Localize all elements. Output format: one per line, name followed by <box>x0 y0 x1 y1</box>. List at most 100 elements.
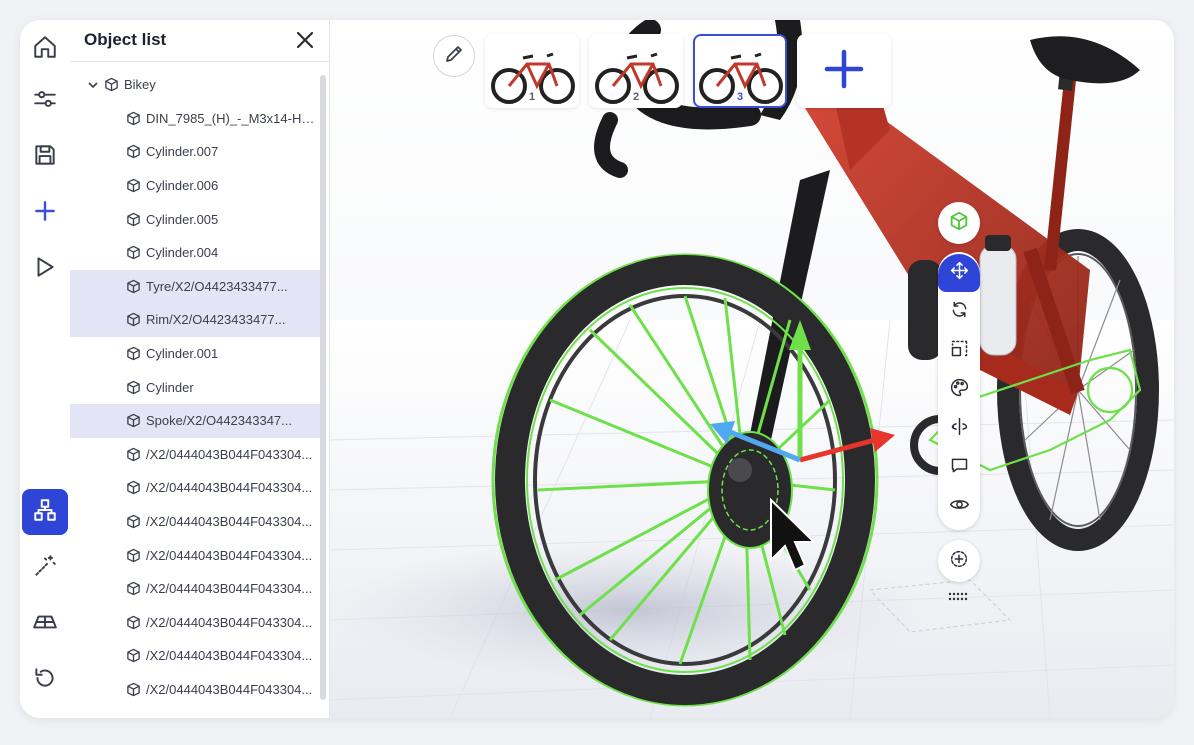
focus-center-button[interactable] <box>938 540 980 582</box>
tree-node[interactable]: /X2/0444043B044F043304... <box>70 505 322 539</box>
tree-node[interactable]: Rim/X2/O4423433477... <box>70 303 322 337</box>
eye-icon <box>949 494 970 520</box>
save-icon <box>32 142 58 173</box>
settings-sliders-button[interactable] <box>22 78 68 124</box>
cube-icon <box>104 77 119 92</box>
tree-node[interactable]: Spoke/X2/O442343347... <box>70 403 322 438</box>
tree-node-label: /X2/0444043B044F043304... <box>146 614 313 630</box>
move-icon <box>949 260 970 286</box>
view-thumbnail[interactable]: 2 <box>589 34 683 108</box>
close-icon <box>294 31 316 55</box>
bike-scene[interactable] <box>330 20 1174 718</box>
cube-icon <box>126 581 141 596</box>
view-thumbnail[interactable]: 3 <box>693 34 787 108</box>
cube-icon <box>126 648 141 663</box>
object-cube-icon <box>948 210 970 237</box>
app-window: Object list Bikey DIN_7985_(H)_-_M3x14-H… <box>20 20 1174 718</box>
cube-icon <box>126 380 141 395</box>
focus-center-icon <box>948 548 970 575</box>
tree-node[interactable]: Cylinder.005 <box>70 202 322 236</box>
tree-node-label: /X2/0444043B044F043304... <box>146 446 313 462</box>
rotate-icon <box>949 299 970 325</box>
reset-button[interactable] <box>22 657 68 703</box>
cube-icon <box>126 312 141 327</box>
object-hierarchy-button[interactable] <box>22 489 68 535</box>
view-thumbnails: 1 2 3 <box>485 34 891 110</box>
tree-node[interactable]: Cylinder.004 <box>70 236 322 270</box>
move-tool-button[interactable] <box>938 254 980 292</box>
tree-node-label: Cylinder.007 <box>146 144 219 160</box>
add-view-button[interactable] <box>797 34 891 108</box>
object-mode-button[interactable] <box>938 202 980 244</box>
panel-header: Object list <box>70 20 330 62</box>
floor-button[interactable] <box>22 601 68 647</box>
eye-tool-button[interactable] <box>938 488 980 526</box>
cube-icon <box>126 111 141 126</box>
thumbnail-number: 2 <box>632 91 640 103</box>
tree-node[interactable]: DIN_7985_(H)_-_M3x14-H_... <box>70 102 322 136</box>
rotate-tool-button[interactable] <box>938 293 980 331</box>
cube-icon <box>126 548 141 563</box>
tree-node-label: Tyre/X2/O4423433477... <box>146 278 288 294</box>
play-icon <box>32 254 58 285</box>
save-button[interactable] <box>22 134 68 180</box>
home-button[interactable] <box>22 26 68 72</box>
tree-node[interactable]: /X2/0444043B044F043304... <box>70 606 322 640</box>
thumbnail-number: 3 <box>736 91 744 103</box>
tree-node-root[interactable]: Bikey <box>70 68 322 102</box>
left-toolbar <box>20 20 70 718</box>
cube-icon <box>126 346 141 361</box>
scale-tool-button[interactable] <box>938 332 980 370</box>
hierarchy-icon <box>32 497 58 528</box>
cube-icon <box>126 178 141 193</box>
tree-node-label: Cylinder.004 <box>146 245 219 261</box>
tree-node[interactable]: /X2/0444043B044F043304... <box>70 471 322 505</box>
magic-wand-icon <box>32 553 58 584</box>
comment-icon <box>949 455 970 481</box>
cube-icon <box>126 245 141 260</box>
close-panel-button[interactable] <box>294 29 316 51</box>
tree-node[interactable]: Tyre/X2/O4423433477... <box>70 269 322 304</box>
tree-node-label: /X2/0444043B044F043304... <box>146 514 313 530</box>
object-tree: Bikey DIN_7985_(H)_-_M3x14-H_... Cylinder… <box>70 68 322 706</box>
palette-tool-button[interactable] <box>938 371 980 409</box>
comment-tool-button[interactable] <box>938 449 980 487</box>
cube-icon <box>126 279 141 294</box>
panel-title: Object list <box>84 30 167 49</box>
tree-node[interactable]: /X2/0444043B044F043304... <box>70 438 322 472</box>
chevron-down-icon[interactable] <box>86 78 100 92</box>
effects-button[interactable] <box>22 545 68 591</box>
tree-node[interactable]: Cylinder.001 <box>70 337 322 371</box>
view-thumbnail[interactable]: 1 <box>485 34 579 108</box>
mirror-tool-button[interactable] <box>938 410 980 448</box>
edit-view-button[interactable] <box>433 35 475 77</box>
transform-toolbar <box>938 252 980 530</box>
thumbnail-number: 1 <box>528 91 536 103</box>
3d-viewport[interactable]: 1 2 3 <box>330 20 1174 718</box>
reset-icon <box>32 665 58 696</box>
tree-node[interactable]: /X2/0444043B044F043304... <box>70 673 322 707</box>
toolbar-drag-handle[interactable] <box>945 590 973 602</box>
tree-node-label: DIN_7985_(H)_-_M3x14-H_... <box>146 110 316 126</box>
tree-node-label: /X2/0444043B044F043304... <box>146 581 313 597</box>
tree-node[interactable]: Cylinder.007 <box>70 135 322 169</box>
play-button[interactable] <box>22 246 68 292</box>
cube-icon <box>126 480 141 495</box>
tree-node[interactable]: /X2/0444043B044F043304... <box>70 572 322 606</box>
plus-icon <box>32 198 58 229</box>
scale-icon <box>949 338 970 364</box>
cube-icon <box>126 514 141 529</box>
add-button[interactable] <box>22 190 68 236</box>
cube-icon <box>126 212 141 227</box>
tree-node-label: /X2/0444043B044F043304... <box>146 681 313 697</box>
tree-node[interactable]: Cylinder.006 <box>70 169 322 203</box>
mirror-icon <box>949 416 970 442</box>
sliders-icon <box>32 86 58 117</box>
tree-node[interactable]: Cylinder <box>70 370 322 404</box>
object-list-scrollbar[interactable] <box>320 75 326 700</box>
tree-node[interactable]: /X2/0444043B044F043304... <box>70 639 322 673</box>
palette-icon <box>949 377 970 403</box>
tree-node[interactable]: /X2/0444043B044F043304... <box>70 538 322 572</box>
pencil-icon <box>444 44 464 69</box>
home-icon <box>32 34 58 65</box>
